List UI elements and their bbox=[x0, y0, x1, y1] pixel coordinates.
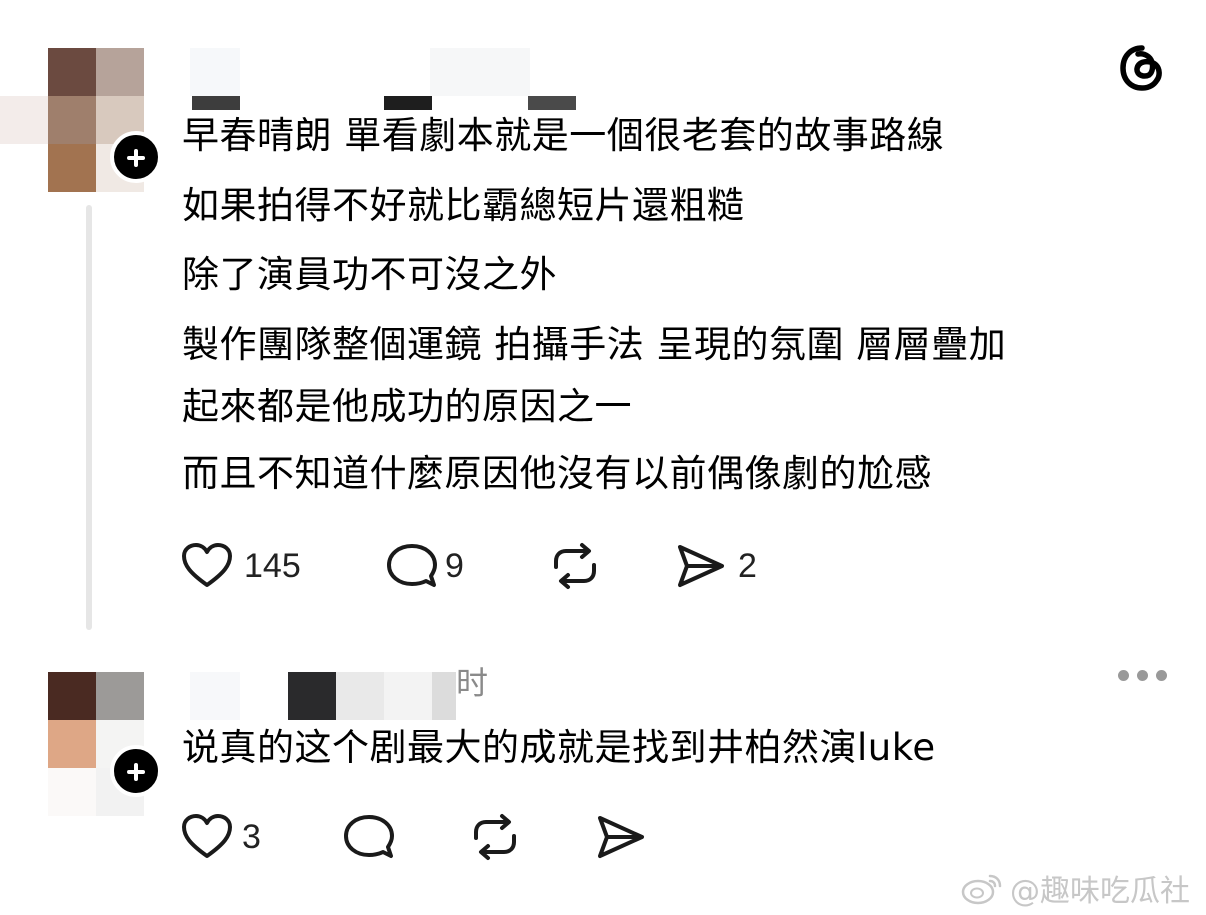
comment-count: 9 bbox=[445, 546, 464, 585]
like-count: 145 bbox=[244, 546, 301, 585]
follow-plus-icon[interactable] bbox=[110, 745, 162, 797]
thread-connector-line bbox=[86, 205, 92, 630]
like-button[interactable]: 145 bbox=[180, 541, 301, 591]
more-options-icon[interactable] bbox=[1118, 668, 1168, 684]
username-blurred bbox=[336, 672, 384, 720]
repost-button[interactable] bbox=[548, 541, 602, 591]
avatar-blur-edge bbox=[0, 96, 48, 144]
username-blurred bbox=[190, 672, 240, 720]
username-blurred bbox=[384, 96, 432, 110]
comment-icon bbox=[387, 544, 437, 587]
repost-icon bbox=[474, 814, 516, 860]
username-blurred bbox=[528, 96, 576, 110]
username-blurred bbox=[192, 96, 240, 110]
share-button[interactable]: 2 bbox=[674, 541, 757, 591]
send-icon bbox=[678, 545, 724, 587]
reply-text-line: 早春晴朗 單看劇本就是一個很老套的故事路線 bbox=[182, 114, 945, 157]
username-blurred bbox=[432, 672, 456, 720]
post-time: 时 bbox=[456, 664, 489, 702]
comment-icon bbox=[344, 815, 394, 858]
username-blurred bbox=[384, 672, 432, 720]
share-count: 2 bbox=[738, 546, 757, 585]
follow-plus-icon[interactable] bbox=[110, 131, 162, 183]
heart-icon bbox=[182, 543, 232, 587]
username-blurred bbox=[430, 48, 530, 96]
heart-icon bbox=[182, 814, 232, 858]
like-button[interactable]: 3 bbox=[180, 812, 261, 862]
watermark-text: @趣味吃瓜社 bbox=[1010, 874, 1190, 909]
repost-button[interactable] bbox=[468, 812, 522, 862]
reply-text-line: 除了演員功不可沒之外 bbox=[182, 253, 557, 296]
reply-text-line: 起來都是他成功的原因之一 bbox=[182, 385, 632, 428]
username-blurred bbox=[190, 48, 240, 96]
repost-icon bbox=[554, 543, 596, 589]
reply-text-line: 说真的这个剧最大的成就是找到井柏然演luke bbox=[182, 726, 936, 769]
reply-text-line: 如果拍得不好就比霸總短片還粗糙 bbox=[182, 184, 745, 227]
like-count: 3 bbox=[242, 817, 261, 856]
weibo-icon bbox=[961, 874, 1002, 905]
comment-button[interactable]: 9 bbox=[385, 541, 464, 591]
share-button[interactable] bbox=[594, 812, 648, 862]
reply-text-line: 而且不知道什麼原因他沒有以前偶像劇的尬感 bbox=[182, 452, 932, 495]
comment-button[interactable] bbox=[342, 812, 396, 862]
send-icon bbox=[598, 816, 644, 858]
watermark: @趣味吃瓜社 bbox=[960, 866, 1190, 910]
username-blurred bbox=[288, 672, 336, 720]
threads-logo-icon[interactable] bbox=[1114, 40, 1170, 96]
reply-text-line: 製作團隊整個運鏡 拍攝手法 呈現的氛圍 層層疊加 bbox=[182, 323, 1007, 366]
